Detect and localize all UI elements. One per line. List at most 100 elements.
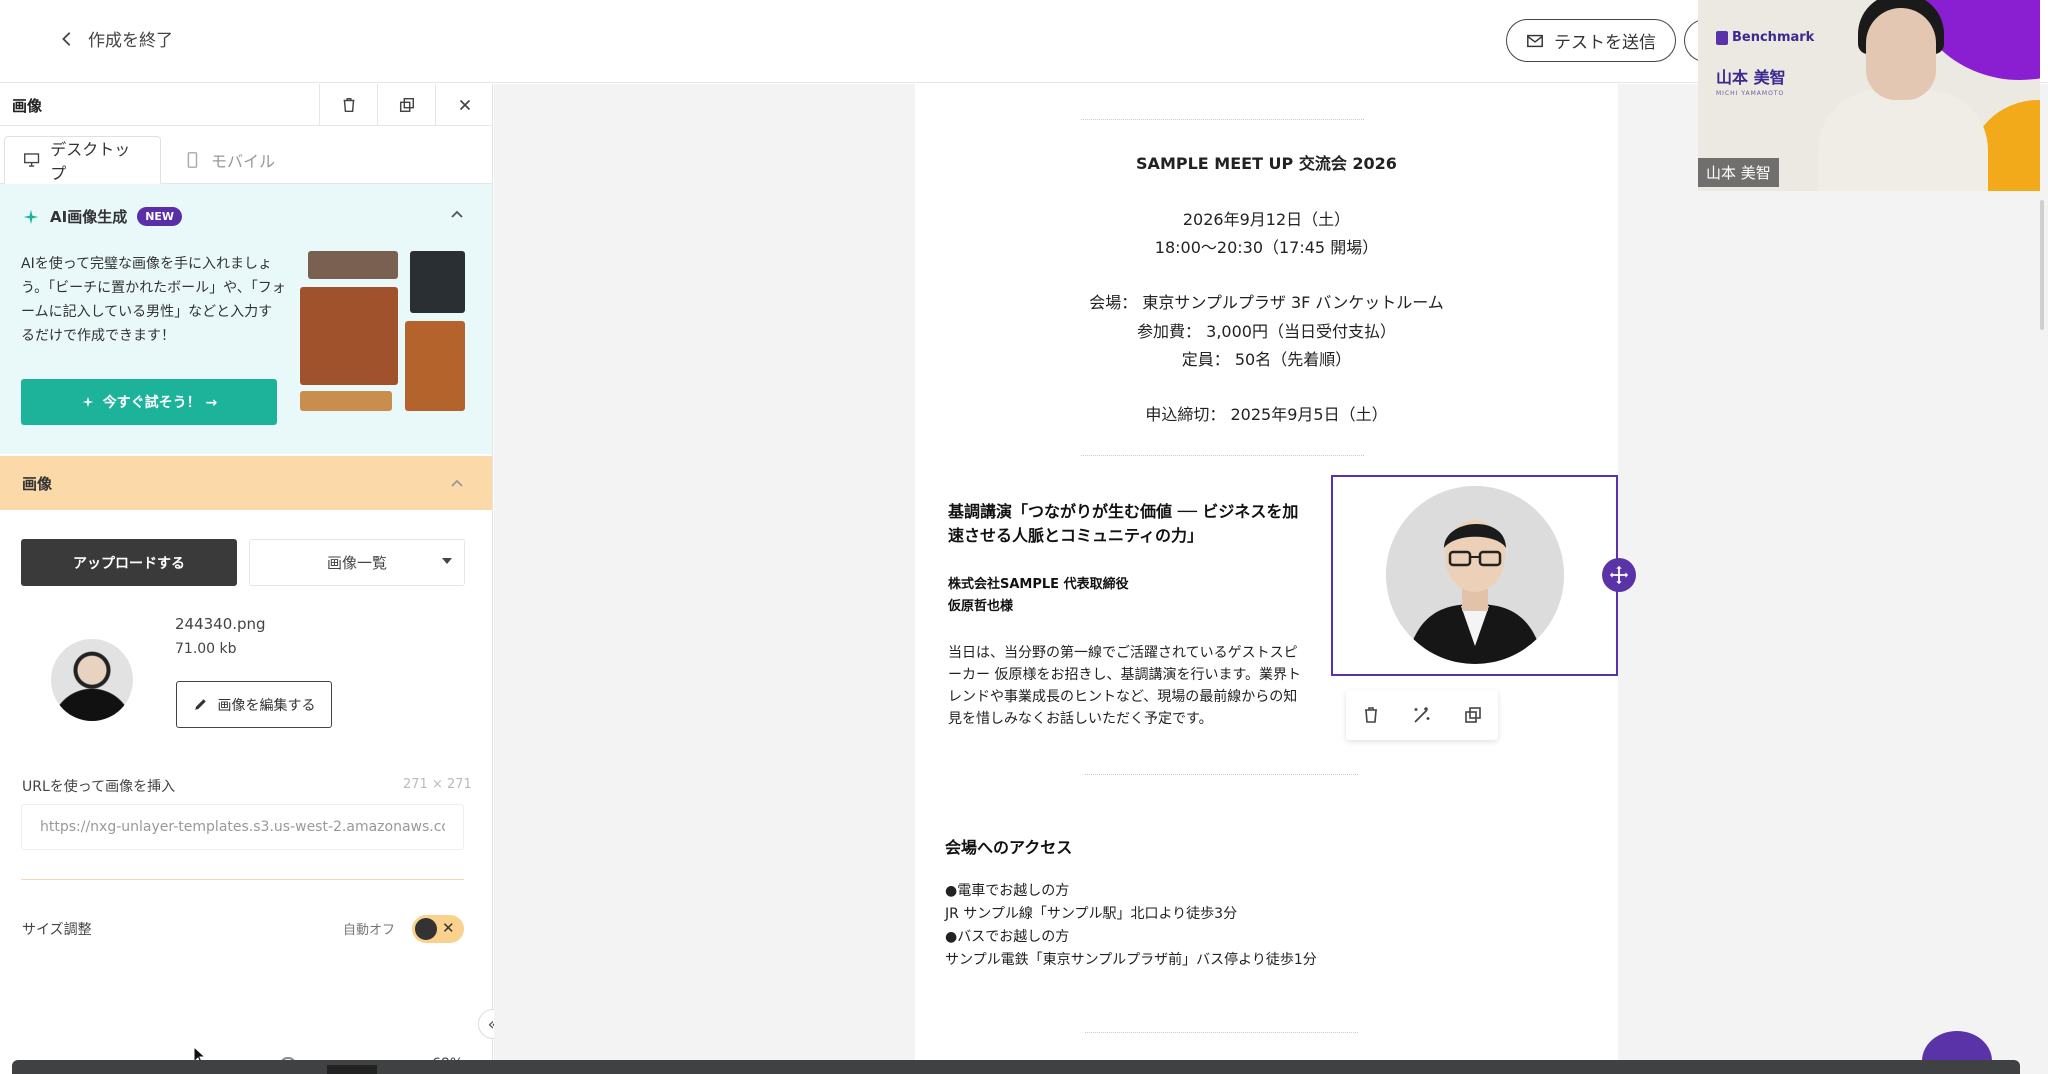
ai-description: AIを使って完璧な画像を手に入れましょう。「ビーチに置かれたボール」や、「フォー… — [21, 256, 286, 344]
access-line: ●バスでお越しの方 — [945, 929, 1070, 945]
tab-mobile[interactable]: モバイル — [165, 136, 293, 184]
chevron-up-icon — [451, 479, 463, 487]
toggle-knob — [415, 918, 437, 940]
file-name: 244340.png — [175, 615, 266, 633]
tab-desktop[interactable]: デスクトップ — [4, 136, 161, 184]
chevron-left-icon — [62, 31, 71, 46]
send-test-label: テストを送信 — [1554, 33, 1656, 53]
auto-size-toggle[interactable]: ✕ — [412, 915, 464, 943]
event-title: SAMPLE MEET UP 交流会 2026 — [1136, 154, 1397, 173]
pencil-icon — [194, 699, 206, 710]
exit-editor-link[interactable]: 作成を終了 — [58, 26, 173, 51]
tab-mobile-label: モバイル — [211, 152, 276, 171]
close-panel-button[interactable] — [435, 84, 492, 126]
speaker-info: 株式会社SAMPLE 代表取締役 仮原哲也様 — [948, 574, 1129, 618]
access-line: ●電車でお越しの方 — [945, 883, 1070, 899]
copy-icon — [399, 97, 414, 113]
presenter-face — [1866, 8, 1936, 100]
event-deadline: 申込締切： 2025年9月5日（土） — [1145, 405, 1388, 424]
url-label: URLを使って画像を挿入 — [22, 779, 176, 795]
event-fee: 参加費： 3,000円（当日受付支払） — [1137, 322, 1396, 341]
speaker-photo — [1386, 486, 1564, 664]
sparkle-icon — [82, 396, 94, 408]
bottom-bar-nub — [327, 1065, 377, 1074]
brand-logo: Benchmark — [1716, 30, 1814, 45]
presenter-figure — [1818, 0, 1988, 191]
access-line: JR サンプル線「サンプル駅」北口より徒歩3分 — [945, 906, 1238, 922]
participant-name-tag: 山本 美智 — [1698, 158, 1779, 187]
speaker-portrait-icon — [1386, 486, 1564, 664]
delete-block-button[interactable] — [319, 84, 377, 126]
ai-section-header[interactable]: AI画像生成 NEW — [22, 206, 183, 227]
speaker-company: 株式会社SAMPLE 代表取締役 — [948, 577, 1129, 592]
duplicate-block-button[interactable] — [377, 84, 435, 126]
keynote-body: 当日は、当分野の第一線でご活躍されているゲストスピーカー 仮原様をお招きし、基調… — [948, 645, 1302, 727]
divider — [21, 879, 464, 880]
image-gallery-select[interactable]: 画像一覧 — [249, 539, 465, 586]
image-url-input[interactable] — [21, 804, 464, 850]
send-test-button[interactable]: テストを送信 — [1506, 19, 1676, 62]
image-section-header[interactable]: 画像 — [0, 456, 492, 510]
chevron-up-icon[interactable] — [447, 204, 467, 224]
try-ai-button[interactable]: 今すぐ試そう！ → — [21, 379, 277, 425]
caret-down-icon — [442, 558, 452, 564]
event-date: 2026年9月12日（土） — [1182, 210, 1351, 229]
upload-button[interactable]: アップロードする — [21, 539, 237, 586]
image-thumbnail — [51, 639, 133, 721]
properties-panel: 画像 デスクトップ モバイル AI画像生成 NEW AIを使って完璧な画像を手に… — [0, 84, 493, 1074]
close-icon — [459, 99, 470, 111]
exit-editor-label: 作成を終了 — [88, 31, 173, 51]
host-name: 山本 美智 — [1716, 68, 1786, 87]
access-details: ●電車でお越しの方 JR サンプル線「サンプル駅」北口より徒歩3分 ●バスでお越… — [945, 880, 1317, 972]
ai-section-title: AI画像生成 — [50, 208, 128, 226]
divider — [1081, 455, 1364, 456]
speaker-name: 仮原哲也様 — [948, 599, 1014, 614]
tab-desktop-label: デスクトップ — [50, 140, 131, 183]
mail-icon — [1527, 34, 1543, 47]
divider — [1085, 1032, 1358, 1033]
gallery-select-label: 画像一覧 — [326, 554, 387, 572]
trash-icon[interactable] — [1361, 705, 1381, 725]
divider — [1081, 119, 1364, 120]
mobile-icon — [187, 152, 198, 168]
event-venue: 会場： 東京サンプルプラザ 3F バンケットルーム — [1089, 293, 1444, 312]
magic-wand-icon[interactable] — [1412, 705, 1432, 725]
benchmark-logo-icon — [1716, 30, 1728, 45]
sparkle-icon — [23, 209, 39, 224]
presenter-body — [1818, 90, 1988, 191]
device-tabs: デスクトップ モバイル — [0, 126, 492, 184]
ai-image-section: AI画像生成 NEW AIを使って完璧な画像を手に入れましょう。「ビーチに置かれ… — [0, 184, 492, 454]
panel-title: 画像 — [12, 97, 43, 115]
access-line: サンプル電鉄「東京サンプルプラザ前」バス停より徒歩1分 — [945, 952, 1317, 968]
edit-image-label: 画像を編集する — [217, 697, 316, 714]
bottom-bar — [12, 1060, 2020, 1074]
event-capacity: 定員： 50名（先着順） — [1181, 350, 1352, 369]
presenter-video: Benchmark 山本 美智 MICHI YAMAMOTO 山本 美智 — [1698, 0, 2040, 191]
move-icon — [1609, 565, 1629, 585]
try-ai-label: 今すぐ試そう！ → — [102, 395, 218, 411]
brand-name: Benchmark — [1732, 30, 1815, 45]
ai-sample-collage — [300, 251, 465, 411]
auto-size-label: 自動オフ — [343, 923, 396, 938]
divider — [1085, 774, 1358, 775]
new-badge: NEW — [137, 207, 183, 226]
image-section-title: 画像 — [22, 475, 53, 493]
file-size: 71.00 kb — [175, 641, 237, 657]
email-preview: SAMPLE MEET UP 交流会 2026 2026年9月12日（土） 18… — [915, 84, 1636, 1074]
desktop-icon — [24, 153, 40, 167]
trash-icon — [343, 97, 354, 113]
image-block-toolbar — [1346, 690, 1498, 740]
keynote-title: 基調講演「つながりが生む価値 ── ビジネスを加速させる人脈とコミュニティの力」 — [948, 502, 1299, 545]
access-title: 会場へのアクセス — [945, 838, 1073, 857]
event-time: 18:00～20:30（17:45 開場） — [1154, 238, 1379, 257]
copy-icon[interactable] — [1463, 705, 1483, 725]
selected-image-block[interactable] — [1331, 475, 1618, 676]
panel-header: 画像 — [0, 84, 492, 126]
edit-image-button[interactable]: 画像を編集する — [176, 681, 332, 728]
close-icon: ✕ — [442, 919, 455, 937]
host-romaji: MICHI YAMAMOTO — [1716, 90, 1785, 97]
move-handle[interactable] — [1602, 558, 1636, 592]
image-dimensions: 271 × 271 — [403, 777, 472, 792]
canvas-scrollbar[interactable] — [2040, 200, 2044, 330]
size-adjust-label: サイズ調整 — [22, 922, 92, 938]
